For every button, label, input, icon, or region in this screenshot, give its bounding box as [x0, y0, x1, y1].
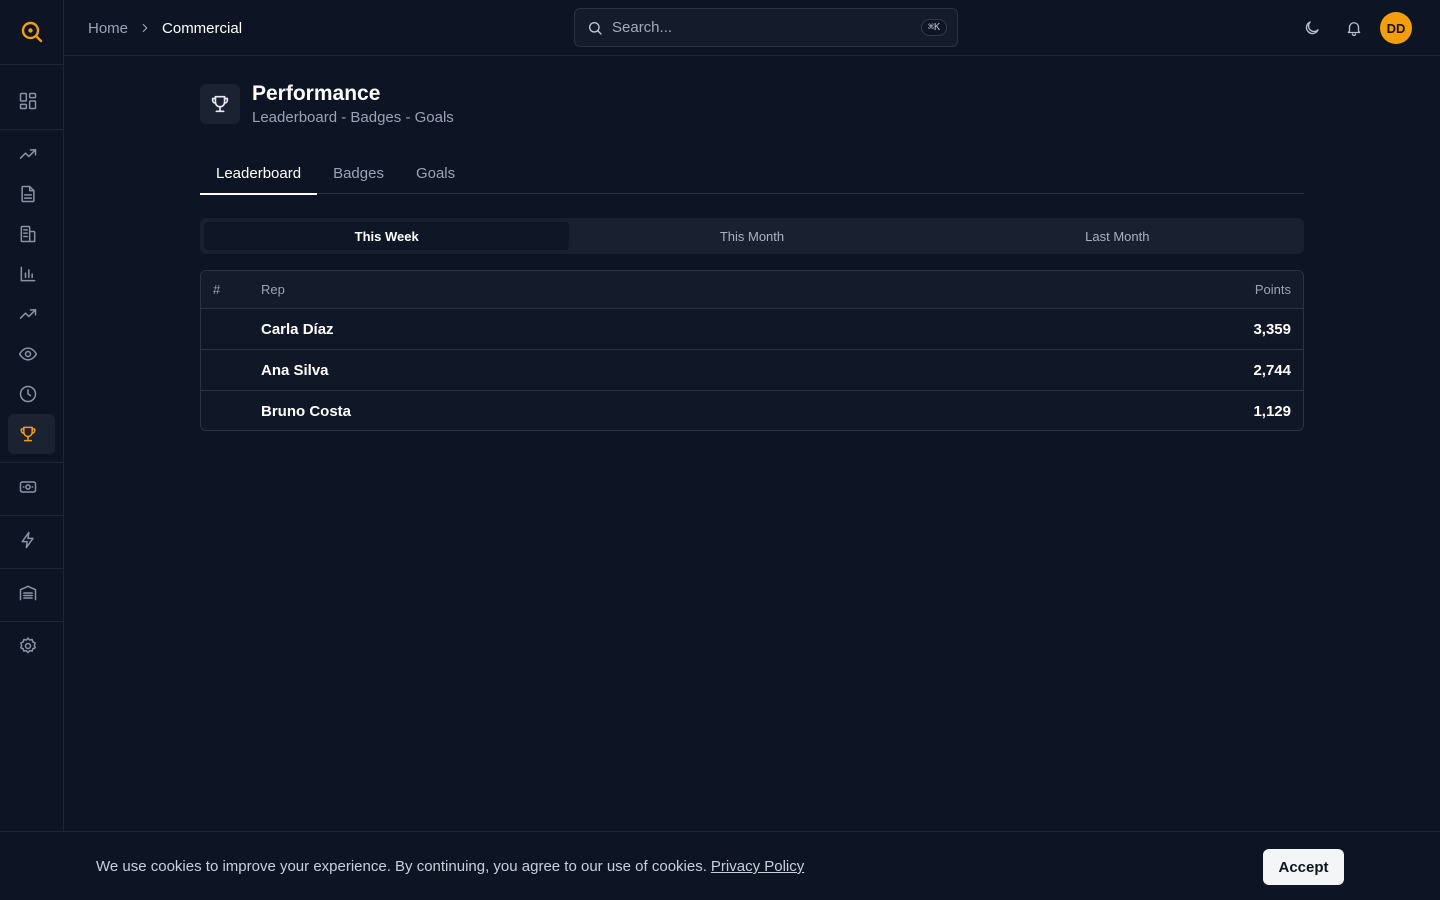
sidebar-item-billing[interactable] [8, 467, 55, 507]
page-title: Performance [252, 82, 381, 105]
settings-icon [20, 637, 36, 654]
breadcrumb: Home Commercial [88, 0, 242, 56]
sidebar-item-history[interactable] [8, 374, 55, 414]
clock-icon [19, 385, 37, 403]
table-row[interactable]: Ana Silva 2,744 [201, 350, 1303, 391]
avatar[interactable]: DD [1380, 12, 1412, 44]
sidebar-item-trends[interactable] [8, 134, 55, 174]
bar-chart-icon [20, 266, 36, 282]
sidebar-item-documents[interactable] [8, 174, 55, 214]
trending-up-icon [19, 309, 37, 319]
leaderboard-table: # Rep Points Carla Díaz 3,359 Ana Silva … [200, 270, 1304, 431]
sidebar-item-warehouse[interactable] [8, 573, 55, 613]
sidebar-divider [0, 129, 63, 130]
rep-name-cell: Carla Díaz [261, 320, 334, 338]
search-input[interactable] [612, 19, 921, 36]
search-logo-icon [21, 21, 43, 43]
tab-bar: Leaderboard Badges Goals [200, 153, 1304, 195]
bell-icon [1347, 22, 1361, 37]
sidebar-divider [0, 568, 63, 569]
rank-cell [213, 309, 249, 349]
theme-toggle-button[interactable] [1300, 16, 1324, 40]
cookie-banner: We use cookies to improve your experienc… [0, 831, 1440, 900]
dashboard-icon [19, 92, 37, 110]
document-icon [21, 185, 35, 203]
cookie-message: We use cookies to improve your experienc… [96, 832, 804, 900]
sidebar-item-performance[interactable] [8, 414, 55, 454]
page-icon [200, 84, 240, 124]
lightning-icon [21, 531, 34, 549]
rep-name-cell: Bruno Costa [261, 403, 351, 420]
sidebar-item-forecast[interactable] [8, 294, 55, 334]
building-icon [20, 225, 36, 243]
points-cell: 1,129 [1253, 403, 1291, 420]
cookie-text: We use cookies to improve your experienc… [96, 858, 707, 875]
column-header-rep[interactable]: Rep [261, 271, 285, 308]
chevron-right-icon [138, 21, 152, 35]
period-this-week[interactable]: This Week [204, 222, 570, 250]
notifications-button[interactable] [1342, 16, 1366, 40]
sidebar-item-automations[interactable] [8, 520, 55, 560]
column-header-points[interactable]: Points [1255, 271, 1291, 308]
cash-icon [19, 481, 37, 493]
accept-cookies-button[interactable]: Accept [1263, 849, 1344, 885]
rank-cell [213, 391, 249, 430]
sidebar-item-watch[interactable] [8, 334, 55, 374]
table-row[interactable]: Bruno Costa 1,129 [201, 391, 1303, 430]
sidebar-item-dashboard[interactable] [8, 81, 55, 121]
search-icon [589, 21, 602, 35]
sidebar [0, 0, 64, 900]
privacy-policy-link[interactable]: Privacy Policy [711, 858, 804, 875]
tab-badges[interactable]: Badges [317, 153, 400, 194]
sidebar-item-reports[interactable] [8, 254, 55, 294]
tab-leaderboard[interactable]: Leaderboard [200, 153, 318, 195]
tab-goals[interactable]: Goals [400, 153, 471, 194]
trending-up-icon [19, 149, 37, 159]
sidebar-item-companies[interactable] [8, 214, 55, 254]
table-header-row: # Rep Points [201, 271, 1303, 309]
search-shortcut-badge: ⌘K [920, 19, 947, 36]
table-row[interactable]: Carla Díaz 3,359 [201, 309, 1303, 350]
period-this-month[interactable]: This Month [569, 222, 934, 250]
app-root: Home Commercial ⌘K DD Performance Leader… [0, 0, 1440, 900]
column-header-rank[interactable]: # [213, 271, 249, 308]
rep-name-cell: Ana Silva [261, 361, 329, 379]
points-cell: 3,359 [1253, 320, 1291, 338]
sidebar-divider [0, 462, 63, 463]
sidebar-divider [0, 64, 63, 65]
top-header: Home Commercial ⌘K DD [64, 0, 1440, 56]
period-selector: This Week This Month Last Month [200, 218, 1304, 254]
points-cell: 2,744 [1253, 361, 1291, 379]
trophy-icon [211, 95, 229, 113]
sidebar-divider [0, 515, 63, 516]
rank-cell [213, 350, 249, 390]
breadcrumb-home-link[interactable]: Home [88, 20, 128, 37]
search-box[interactable]: ⌘K [574, 8, 958, 47]
moon-icon [1305, 21, 1319, 35]
page-subtitle: Leaderboard - Badges - Goals [252, 109, 454, 126]
eye-icon [18, 347, 38, 361]
breadcrumb-current: Commercial [162, 19, 243, 37]
sidebar-divider [0, 621, 63, 622]
sidebar-item-settings[interactable] [8, 626, 55, 666]
period-last-month[interactable]: Last Month [935, 222, 1300, 250]
warehouse-icon [19, 585, 37, 601]
app-logo[interactable] [0, 0, 64, 64]
trophy-icon [20, 426, 36, 442]
